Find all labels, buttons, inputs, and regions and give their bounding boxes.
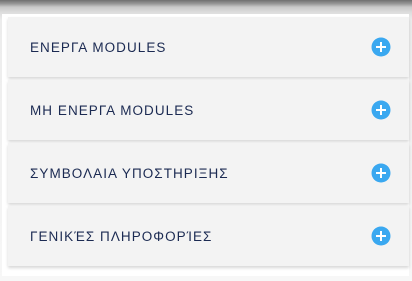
accordion-item-label: ΣΥΜΒΟΛΑΙΑ ΥΠΟΣΤΗΡΙΞΗΣ [30,165,229,181]
plus-circle-icon[interactable] [371,37,391,57]
accordion-item-inactive-modules[interactable]: ΜΗ ΕΝΕΡΓΑ MODULES [8,80,409,140]
plus-circle-icon[interactable] [371,163,391,183]
accordion-item-label: ΓΕΝΙΚΈΣ ΠΛΗΡΟΦΟΡΊΕΣ [30,228,213,244]
accordion-item-support-contracts[interactable]: ΣΥΜΒΟΛΑΙΑ ΥΠΟΣΤΗΡΙΞΗΣ [8,143,409,203]
accordion-item-general-info[interactable]: ΓΕΝΙΚΈΣ ΠΛΗΡΟΦΟΡΊΕΣ [8,206,409,266]
accordion-item-label: ΜΗ ΕΝΕΡΓΑ MODULES [30,102,195,118]
accordion-panel: ΕΝΕΡΓΑ MODULES ΜΗ ΕΝΕΡΓΑ MODULES ΣΥΜΒΟΛΑ… [2,14,409,276]
accordion-item-active-modules[interactable]: ΕΝΕΡΓΑ MODULES [8,17,409,77]
accordion-item-label: ΕΝΕΡΓΑ MODULES [30,39,167,55]
plus-circle-icon[interactable] [371,100,391,120]
plus-circle-icon[interactable] [371,226,391,246]
